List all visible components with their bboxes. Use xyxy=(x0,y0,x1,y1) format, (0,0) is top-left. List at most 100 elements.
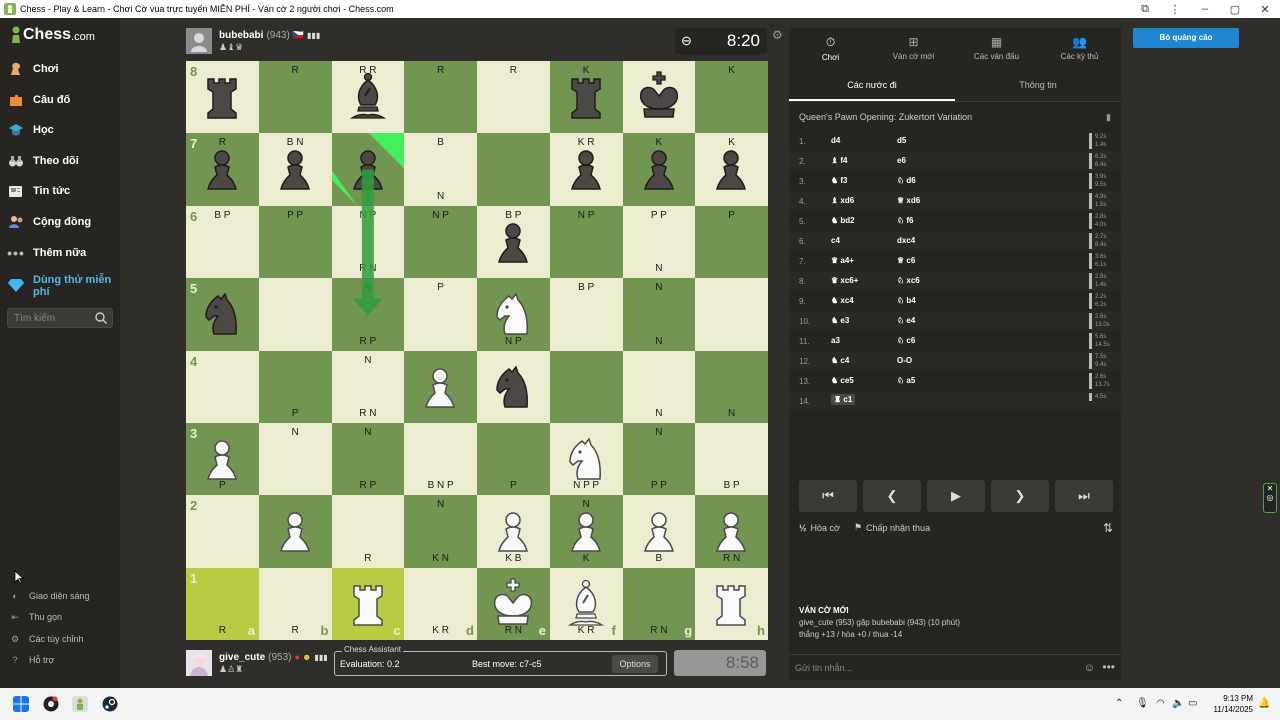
remove-ads-button[interactable]: Bỏ quảng cáo xyxy=(1133,28,1239,48)
flip-board-icon[interactable]: ⇅ xyxy=(1103,521,1113,535)
black-move[interactable]: ♘ f6 xyxy=(897,216,914,225)
nav-puzzles[interactable]: Câu đố xyxy=(6,89,116,111)
white-move[interactable]: ♜ c1 xyxy=(831,394,856,405)
more-menu-icon[interactable]: ⋮ xyxy=(1160,3,1190,16)
obs-icon[interactable] xyxy=(43,696,59,712)
white-move[interactable]: ♛ xc6+ xyxy=(831,276,858,285)
tab-new-game[interactable]: ⊞ Ván cờ mới xyxy=(872,28,955,68)
square-e7[interactable] xyxy=(477,133,550,206)
prev-move-button[interactable]: ❮ xyxy=(863,480,921,512)
wifi-icon[interactable]: ◠ xyxy=(1156,698,1165,709)
black-move[interactable]: O-O xyxy=(897,356,912,365)
white-move[interactable]: ♝ f4 xyxy=(831,156,848,165)
black-move[interactable]: ♕ c6 xyxy=(897,256,915,265)
white-pawn-icon[interactable] xyxy=(631,503,687,559)
draw-button[interactable]: Hòa cờ xyxy=(811,523,840,533)
avatar[interactable] xyxy=(186,28,212,54)
white-move[interactable]: ♛ a4+ xyxy=(831,256,854,265)
white-pawn-icon[interactable] xyxy=(703,503,759,559)
white-move[interactable]: ♞ c4 xyxy=(831,356,849,365)
black-move[interactable]: ♘ c6 xyxy=(897,336,915,345)
nav-free-trial[interactable]: Dùng thử miễn phí xyxy=(6,274,116,304)
white-pawn-icon[interactable] xyxy=(412,359,468,415)
tab-players[interactable]: 👥 Các kỳ thủ xyxy=(1038,28,1121,68)
white-pawn-icon[interactable] xyxy=(194,431,250,487)
tab-games[interactable]: ▦ Các ván đấu xyxy=(955,28,1038,68)
nav-news[interactable]: Tin tức xyxy=(6,180,116,202)
black-rook-icon[interactable] xyxy=(558,69,614,125)
white-bishop-icon[interactable] xyxy=(558,576,614,632)
black-move[interactable]: dxc4 xyxy=(897,236,915,245)
black-bishop-icon[interactable] xyxy=(340,69,396,125)
black-move[interactable]: ♘ d6 xyxy=(897,176,916,185)
black-move[interactable]: ♘ b4 xyxy=(897,296,916,305)
white-pawn-icon[interactable] xyxy=(485,503,541,559)
black-pawn-icon[interactable] xyxy=(485,214,541,270)
white-rook-icon[interactable] xyxy=(703,576,759,632)
options-button[interactable]: Options xyxy=(612,655,658,673)
first-move-button[interactable]: ⏮ xyxy=(799,480,857,512)
chess-app-icon[interactable] xyxy=(72,696,88,712)
nav-play[interactable]: Chơi xyxy=(6,58,116,80)
black-move[interactable]: ♘ xc6 xyxy=(897,276,920,285)
white-knight-icon[interactable] xyxy=(485,286,541,342)
white-move[interactable]: ♞ bd2 xyxy=(831,216,855,225)
clock-tray[interactable]: 9:13 PM 11/14/2025 xyxy=(1208,693,1253,715)
nav-more[interactable]: ••• Thêm nữa xyxy=(6,242,116,264)
black-pawn-icon[interactable] xyxy=(631,141,687,197)
white-move[interactable]: a3 xyxy=(831,336,840,345)
white-move[interactable]: ♞ e3 xyxy=(831,316,849,325)
tab-play[interactable]: ⏱ Chơi xyxy=(789,28,872,68)
nav-help[interactable]: ? Hỗ trợ xyxy=(8,652,118,668)
black-knight-icon[interactable] xyxy=(194,286,250,342)
black-pawn-icon[interactable] xyxy=(703,141,759,197)
chess-board[interactable]: 87654321abcdefghRR RRRKKRB NBNK RKKB PP … xyxy=(186,61,768,640)
black-move[interactable]: ♘ e4 xyxy=(897,316,915,325)
last-move-button[interactable]: ⏭ xyxy=(1055,480,1113,512)
black-pawn-icon[interactable] xyxy=(340,141,396,197)
tray-chevron-icon[interactable]: ⌃ xyxy=(1115,698,1123,709)
windows-start-icon[interactable] xyxy=(13,696,29,712)
black-move[interactable]: d5 xyxy=(897,136,906,145)
tab-info[interactable]: Thông tin xyxy=(955,74,1121,101)
square-f4[interactable] xyxy=(549,350,623,423)
white-move[interactable]: ♞ xc4 xyxy=(831,296,854,305)
maximize-button[interactable]: ▢ xyxy=(1220,3,1250,16)
black-king-icon[interactable] xyxy=(631,69,687,125)
player-name[interactable]: give_cute xyxy=(219,652,265,663)
white-king-icon[interactable] xyxy=(485,576,541,632)
nav-collapse[interactable]: ⇤ Thu gọn xyxy=(8,609,118,625)
black-pawn-icon[interactable] xyxy=(194,141,250,197)
avatar[interactable] xyxy=(186,650,212,676)
white-pawn-icon[interactable] xyxy=(558,503,614,559)
battery-icon[interactable]: ▭ xyxy=(1188,698,1197,709)
black-move[interactable]: ♕ xd6 xyxy=(897,196,920,205)
chess-logo[interactable]: Chess .com xyxy=(10,26,95,44)
nav-learn[interactable]: Học xyxy=(6,119,116,141)
square-h5[interactable] xyxy=(695,278,768,351)
close-button[interactable]: ✕ xyxy=(1250,3,1280,16)
white-rook-icon[interactable] xyxy=(340,576,396,632)
tab-moves[interactable]: Các nước đi xyxy=(789,74,955,101)
white-move[interactable]: c4 xyxy=(831,236,840,245)
extensions-icon[interactable]: ⧉ xyxy=(1130,3,1160,16)
more-dots-icon[interactable]: ••• xyxy=(1102,660,1115,674)
microphone-icon[interactable]: 🎙 xyxy=(1136,698,1149,709)
white-move[interactable]: ♞ ce5 xyxy=(831,376,854,385)
white-pawn-icon[interactable] xyxy=(267,503,323,559)
square-b5[interactable] xyxy=(258,278,332,351)
chat-input[interactable]: Gửi tin nhắn... ☺ ••• xyxy=(789,654,1121,680)
search-input[interactable]: Tìm kiếm xyxy=(7,308,113,328)
nav-light-theme[interactable]: ◐ Giao diện sáng xyxy=(8,588,118,604)
white-move[interactable]: ♝ xd6 xyxy=(831,196,854,205)
extension-panel-icon[interactable]: ✕ ◎ xyxy=(1263,483,1277,513)
black-rook-icon[interactable] xyxy=(194,69,250,125)
player-name[interactable]: bubebabi xyxy=(219,30,263,41)
nav-settings[interactable]: ⚙ Các tùy chỉnh xyxy=(8,631,118,647)
black-move[interactable]: e6 xyxy=(897,156,906,165)
book-icon[interactable]: ▮ xyxy=(1106,112,1111,123)
play-button[interactable]: ▶ xyxy=(927,480,985,512)
nav-watch[interactable]: Theo dõi xyxy=(6,150,116,172)
volume-icon[interactable]: 🔈 xyxy=(1172,698,1184,709)
resign-button[interactable]: Chấp nhận thua xyxy=(866,523,930,533)
